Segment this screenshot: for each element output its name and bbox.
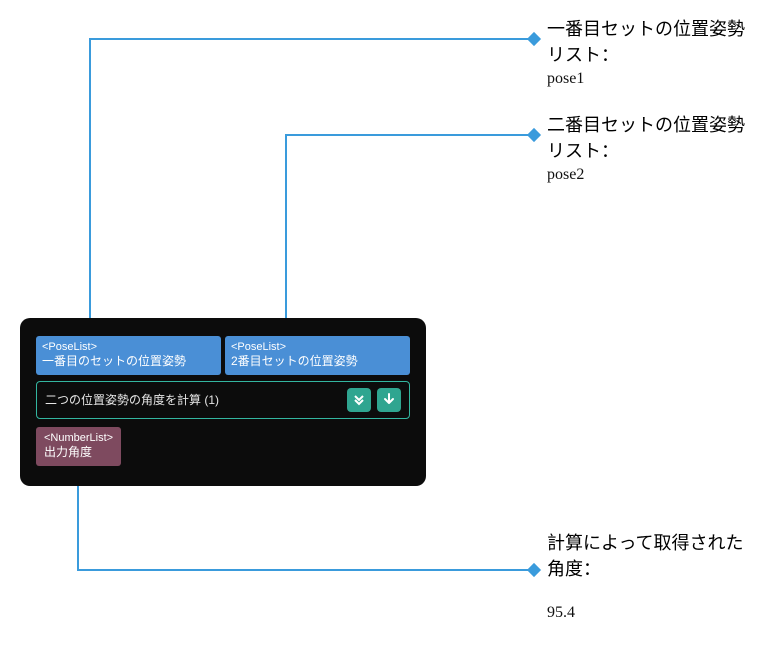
- callout-input1-title: 一番目セットの位置姿勢リスト：: [547, 16, 757, 68]
- expand-button[interactable]: [347, 388, 371, 412]
- input-port-2-type: <PoseList>: [231, 340, 404, 354]
- output-port-label: 出力角度: [44, 445, 113, 461]
- diagram-canvas: <PoseList> 一番目のセットの位置姿勢 <PoseList> 2番目セッ…: [0, 0, 784, 663]
- callout-input1: 一番目セットの位置姿勢リスト： pose1: [547, 16, 757, 88]
- node-title-row: 二つの位置姿勢の角度を計算 (1): [36, 381, 410, 419]
- callout-input2-value: pose2: [547, 166, 757, 184]
- callout-output-value: 95.4: [547, 604, 757, 622]
- input-port-1[interactable]: <PoseList> 一番目のセットの位置姿勢: [36, 336, 221, 375]
- compute-angle-node[interactable]: <PoseList> 一番目のセットの位置姿勢 <PoseList> 2番目セッ…: [20, 318, 426, 486]
- chevrons-down-icon: [352, 393, 366, 407]
- run-button[interactable]: [377, 388, 401, 412]
- output-port-type: <NumberList>: [44, 431, 113, 445]
- input-port-2-label: 2番目セットの位置姿勢: [231, 354, 404, 370]
- input-port-1-type: <PoseList>: [42, 340, 215, 354]
- input-ports-row: <PoseList> 一番目のセットの位置姿勢 <PoseList> 2番目セッ…: [36, 336, 410, 375]
- callout-input2: 二番目セットの位置姿勢リスト： pose2: [547, 112, 757, 184]
- callout-output: 計算によって取得された角度： 95.4: [547, 530, 757, 622]
- callout-output-title: 計算によって取得された角度：: [547, 530, 757, 582]
- input-port-2[interactable]: <PoseList> 2番目セットの位置姿勢: [225, 336, 410, 375]
- node-title: 二つの位置姿勢の角度を計算 (1): [45, 391, 219, 408]
- arrow-down-icon: [383, 393, 395, 407]
- input-port-1-label: 一番目のセットの位置姿勢: [42, 354, 215, 370]
- callout-input2-title: 二番目セットの位置姿勢リスト：: [547, 112, 757, 164]
- node-title-buttons: [347, 388, 401, 412]
- output-port[interactable]: <NumberList> 出力角度: [36, 427, 121, 466]
- callout-input1-value: pose1: [547, 70, 757, 88]
